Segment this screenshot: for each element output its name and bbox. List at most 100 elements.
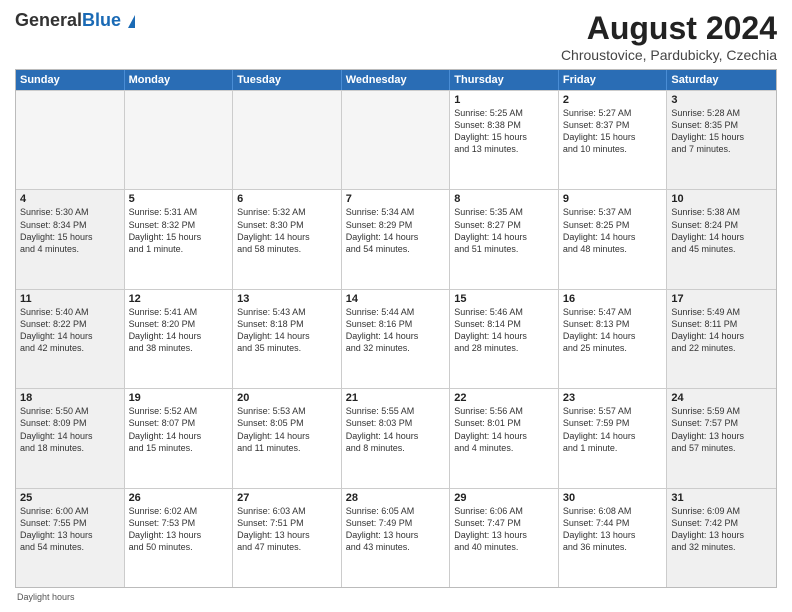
cal-cell-w2-d2: 13Sunrise: 5:43 AM Sunset: 8:18 PM Dayli… (233, 290, 342, 388)
cal-cell-w4-d0: 25Sunrise: 6:00 AM Sunset: 7:55 PM Dayli… (16, 489, 125, 587)
title-location: Chroustovice, Pardubicky, Czechia (561, 47, 777, 63)
cal-cell-w1-d3: 7Sunrise: 5:34 AM Sunset: 8:29 PM Daylig… (342, 190, 451, 288)
header-wednesday: Wednesday (342, 70, 451, 90)
cal-cell-w4-d6: 31Sunrise: 6:09 AM Sunset: 7:42 PM Dayli… (667, 489, 776, 587)
day-info: Sunrise: 5:31 AM Sunset: 8:32 PM Dayligh… (129, 206, 229, 255)
day-number: 14 (346, 293, 446, 305)
day-info: Sunrise: 5:46 AM Sunset: 8:14 PM Dayligh… (454, 306, 554, 355)
footer: Daylight hours (15, 592, 777, 602)
cal-cell-w0-d5: 2Sunrise: 5:27 AM Sunset: 8:37 PM Daylig… (559, 91, 668, 189)
cal-cell-w1-d4: 8Sunrise: 5:35 AM Sunset: 8:27 PM Daylig… (450, 190, 559, 288)
day-number: 19 (129, 392, 229, 404)
cal-cell-w3-d3: 21Sunrise: 5:55 AM Sunset: 8:03 PM Dayli… (342, 389, 451, 487)
logo-general: General (15, 10, 82, 30)
day-info: Sunrise: 6:00 AM Sunset: 7:55 PM Dayligh… (20, 505, 120, 554)
day-info: Sunrise: 6:09 AM Sunset: 7:42 PM Dayligh… (671, 505, 772, 554)
calendar-week-3: 11Sunrise: 5:40 AM Sunset: 8:22 PM Dayli… (16, 289, 776, 388)
header-thursday: Thursday (450, 70, 559, 90)
day-info: Sunrise: 6:06 AM Sunset: 7:47 PM Dayligh… (454, 505, 554, 554)
header-tuesday: Tuesday (233, 70, 342, 90)
day-info: Sunrise: 5:43 AM Sunset: 8:18 PM Dayligh… (237, 306, 337, 355)
logo-triangle-icon (128, 15, 135, 28)
day-number: 21 (346, 392, 446, 404)
calendar-week-4: 18Sunrise: 5:50 AM Sunset: 8:09 PM Dayli… (16, 388, 776, 487)
cal-cell-w0-d4: 1Sunrise: 5:25 AM Sunset: 8:38 PM Daylig… (450, 91, 559, 189)
day-number: 8 (454, 193, 554, 205)
day-info: Sunrise: 5:40 AM Sunset: 8:22 PM Dayligh… (20, 306, 120, 355)
day-number: 26 (129, 492, 229, 504)
cal-cell-w4-d2: 27Sunrise: 6:03 AM Sunset: 7:51 PM Dayli… (233, 489, 342, 587)
cal-cell-w2-d1: 12Sunrise: 5:41 AM Sunset: 8:20 PM Dayli… (125, 290, 234, 388)
day-number: 22 (454, 392, 554, 404)
day-number: 6 (237, 193, 337, 205)
day-number: 11 (20, 293, 120, 305)
day-number: 18 (20, 392, 120, 404)
day-number: 3 (671, 94, 772, 106)
day-number: 20 (237, 392, 337, 404)
day-number: 4 (20, 193, 120, 205)
day-number: 25 (20, 492, 120, 504)
day-number: 1 (454, 94, 554, 106)
day-info: Sunrise: 5:38 AM Sunset: 8:24 PM Dayligh… (671, 206, 772, 255)
cal-cell-w2-d0: 11Sunrise: 5:40 AM Sunset: 8:22 PM Dayli… (16, 290, 125, 388)
day-info: Sunrise: 5:28 AM Sunset: 8:35 PM Dayligh… (671, 107, 772, 156)
cal-cell-w2-d3: 14Sunrise: 5:44 AM Sunset: 8:16 PM Dayli… (342, 290, 451, 388)
cal-cell-w0-d2 (233, 91, 342, 189)
cal-cell-w3-d2: 20Sunrise: 5:53 AM Sunset: 8:05 PM Dayli… (233, 389, 342, 487)
day-number: 10 (671, 193, 772, 205)
header-sunday: Sunday (16, 70, 125, 90)
cal-cell-w1-d2: 6Sunrise: 5:32 AM Sunset: 8:30 PM Daylig… (233, 190, 342, 288)
cal-cell-w2-d6: 17Sunrise: 5:49 AM Sunset: 8:11 PM Dayli… (667, 290, 776, 388)
cal-cell-w3-d0: 18Sunrise: 5:50 AM Sunset: 8:09 PM Dayli… (16, 389, 125, 487)
cal-cell-w0-d0 (16, 91, 125, 189)
day-number: 13 (237, 293, 337, 305)
day-info: Sunrise: 6:05 AM Sunset: 7:49 PM Dayligh… (346, 505, 446, 554)
calendar-header: Sunday Monday Tuesday Wednesday Thursday… (16, 70, 776, 90)
day-info: Sunrise: 6:03 AM Sunset: 7:51 PM Dayligh… (237, 505, 337, 554)
cal-cell-w3-d1: 19Sunrise: 5:52 AM Sunset: 8:07 PM Dayli… (125, 389, 234, 487)
cal-cell-w4-d1: 26Sunrise: 6:02 AM Sunset: 7:53 PM Dayli… (125, 489, 234, 587)
day-number: 2 (563, 94, 663, 106)
day-info: Sunrise: 5:52 AM Sunset: 8:07 PM Dayligh… (129, 405, 229, 454)
day-info: Sunrise: 5:37 AM Sunset: 8:25 PM Dayligh… (563, 206, 663, 255)
header: GeneralBlue August 2024 Chroustovice, Pa… (15, 10, 777, 63)
day-info: Sunrise: 5:55 AM Sunset: 8:03 PM Dayligh… (346, 405, 446, 454)
day-number: 7 (346, 193, 446, 205)
cal-cell-w3-d5: 23Sunrise: 5:57 AM Sunset: 7:59 PM Dayli… (559, 389, 668, 487)
calendar-week-5: 25Sunrise: 6:00 AM Sunset: 7:55 PM Dayli… (16, 488, 776, 587)
logo: GeneralBlue (15, 10, 135, 32)
header-saturday: Saturday (667, 70, 776, 90)
logo-text: GeneralBlue (15, 10, 135, 32)
cal-cell-w0-d1 (125, 91, 234, 189)
day-number: 17 (671, 293, 772, 305)
day-info: Sunrise: 5:49 AM Sunset: 8:11 PM Dayligh… (671, 306, 772, 355)
day-info: Sunrise: 5:47 AM Sunset: 8:13 PM Dayligh… (563, 306, 663, 355)
day-info: Sunrise: 5:53 AM Sunset: 8:05 PM Dayligh… (237, 405, 337, 454)
day-number: 23 (563, 392, 663, 404)
day-info: Sunrise: 5:35 AM Sunset: 8:27 PM Dayligh… (454, 206, 554, 255)
title-block: August 2024 Chroustovice, Pardubicky, Cz… (561, 10, 777, 63)
cal-cell-w1-d5: 9Sunrise: 5:37 AM Sunset: 8:25 PM Daylig… (559, 190, 668, 288)
cal-cell-w3-d4: 22Sunrise: 5:56 AM Sunset: 8:01 PM Dayli… (450, 389, 559, 487)
calendar-week-1: 1Sunrise: 5:25 AM Sunset: 8:38 PM Daylig… (16, 90, 776, 189)
day-info: Sunrise: 5:44 AM Sunset: 8:16 PM Dayligh… (346, 306, 446, 355)
day-number: 28 (346, 492, 446, 504)
cal-cell-w3-d6: 24Sunrise: 5:59 AM Sunset: 7:57 PM Dayli… (667, 389, 776, 487)
logo-blue-text: Blue (82, 10, 121, 30)
day-info: Sunrise: 5:59 AM Sunset: 7:57 PM Dayligh… (671, 405, 772, 454)
day-info: Sunrise: 5:57 AM Sunset: 7:59 PM Dayligh… (563, 405, 663, 454)
day-info: Sunrise: 5:50 AM Sunset: 8:09 PM Dayligh… (20, 405, 120, 454)
cal-cell-w4-d4: 29Sunrise: 6:06 AM Sunset: 7:47 PM Dayli… (450, 489, 559, 587)
day-info: Sunrise: 5:41 AM Sunset: 8:20 PM Dayligh… (129, 306, 229, 355)
day-number: 9 (563, 193, 663, 205)
day-number: 31 (671, 492, 772, 504)
calendar-body: 1Sunrise: 5:25 AM Sunset: 8:38 PM Daylig… (16, 90, 776, 587)
day-info: Sunrise: 5:25 AM Sunset: 8:38 PM Dayligh… (454, 107, 554, 156)
day-number: 5 (129, 193, 229, 205)
day-number: 15 (454, 293, 554, 305)
day-info: Sunrise: 5:56 AM Sunset: 8:01 PM Dayligh… (454, 405, 554, 454)
day-info: Sunrise: 5:30 AM Sunset: 8:34 PM Dayligh… (20, 206, 120, 255)
page: GeneralBlue August 2024 Chroustovice, Pa… (0, 0, 792, 612)
header-friday: Friday (559, 70, 668, 90)
cal-cell-w0-d6: 3Sunrise: 5:28 AM Sunset: 8:35 PM Daylig… (667, 91, 776, 189)
